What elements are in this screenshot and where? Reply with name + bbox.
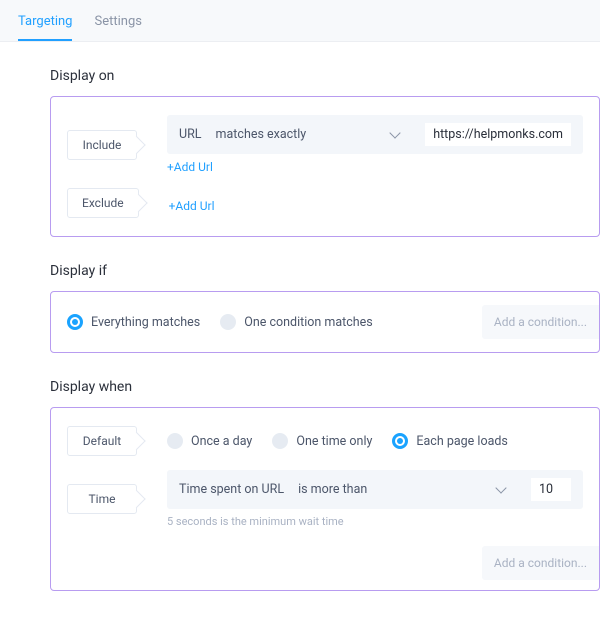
add-url-link-include[interactable]: +Add Url	[167, 160, 583, 174]
add-url-link-exclude[interactable]: +Add Url	[169, 199, 583, 213]
time-helper-text: 5 seconds is the minimum wait time	[167, 515, 583, 528]
tabs-bar: Targeting Settings	[0, 0, 600, 42]
radio-label-one: One condition matches	[244, 315, 373, 330]
include-tag[interactable]: Include	[67, 130, 137, 160]
radio-label-once-day: Once a day	[191, 434, 252, 449]
add-condition-button[interactable]: Add a condition...	[482, 305, 599, 339]
url-rule-bar: URL matches exactly https://helpmonks.co…	[167, 115, 583, 154]
radio-circle-icon	[272, 433, 288, 449]
url-rule-operator-label: matches exactly	[216, 127, 307, 142]
section-title-display-on: Display on	[50, 68, 600, 84]
section-title-display-if: Display if	[50, 263, 600, 279]
time-rule-operator-label: is more than	[298, 482, 367, 497]
radio-one-time-only[interactable]: One time only	[272, 433, 372, 449]
time-rule-operator-select[interactable]: is more than	[298, 482, 517, 497]
radio-label-each-load: Each page loads	[416, 434, 507, 449]
radio-circle-icon	[392, 433, 408, 449]
radio-each-page-loads[interactable]: Each page loads	[392, 433, 507, 449]
url-rule-value[interactable]: https://helpmonks.com	[425, 123, 571, 146]
radio-label-one-time: One time only	[296, 434, 372, 449]
panel-display-if: Everything matches One condition matches…	[50, 291, 600, 353]
panel-display-when: Default Once a day One time only Each pa…	[50, 407, 600, 591]
radio-circle-icon	[67, 314, 83, 330]
chevron-down-icon	[391, 132, 401, 138]
section-title-display-when: Display when	[50, 379, 600, 395]
radio-circle-icon	[220, 314, 236, 330]
radio-once-a-day[interactable]: Once a day	[167, 433, 252, 449]
panel-display-on: Include URL matches exactly https://help…	[50, 96, 600, 237]
url-rule-operator-select[interactable]: matches exactly	[216, 127, 412, 142]
time-rule-bar: Time spent on URL is more than 10	[167, 470, 583, 509]
url-rule-field: URL	[179, 127, 202, 142]
tab-settings[interactable]: Settings	[94, 8, 141, 41]
add-condition-button-when[interactable]: Add a condition...	[482, 546, 599, 580]
chevron-down-icon	[497, 487, 507, 493]
time-rule-value[interactable]: 10	[531, 478, 571, 501]
time-tag[interactable]: Time	[67, 484, 137, 514]
tab-targeting[interactable]: Targeting	[18, 8, 72, 41]
radio-circle-icon	[167, 433, 183, 449]
time-rule-field: Time spent on URL	[179, 482, 284, 497]
exclude-tag[interactable]: Exclude	[67, 188, 139, 218]
default-tag[interactable]: Default	[67, 426, 137, 456]
radio-everything-matches[interactable]: Everything matches	[67, 314, 200, 330]
radio-label-everything: Everything matches	[91, 315, 200, 330]
radio-one-condition[interactable]: One condition matches	[220, 314, 373, 330]
